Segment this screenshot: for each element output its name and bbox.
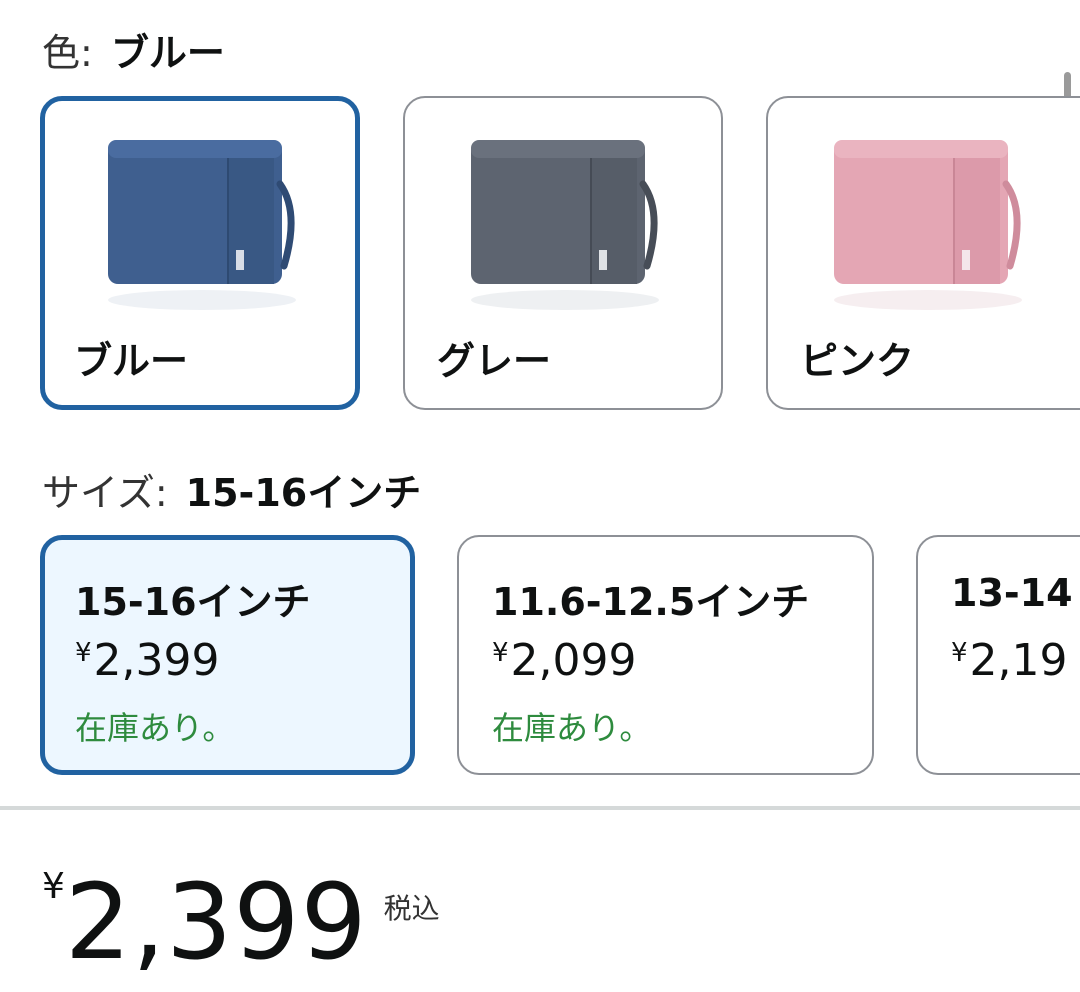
color-option-label: ブルー xyxy=(74,339,189,383)
color-selector-label: 色: ブルー xyxy=(42,22,225,77)
product-variation-page: 色: ブルー ブルー グレー ピンク サイズ: 15-16インチ 15-16イン… xyxy=(0,0,1080,992)
stock-status: 在庫あり。 xyxy=(492,709,652,747)
size-option-11-6-12-5[interactable]: 11.6-12.5インチ ¥2,099 在庫あり。 xyxy=(457,535,874,775)
size-option-title: 13-14 xyxy=(951,571,1073,615)
size-option-13-14[interactable]: 13-14 ¥2,19 xyxy=(916,535,1080,775)
color-label-text: 色: xyxy=(42,31,93,75)
product-image-blue xyxy=(102,124,302,318)
color-option-blue[interactable]: ブルー xyxy=(40,96,360,410)
size-option-price: ¥2,099 xyxy=(492,635,637,686)
size-option-price: ¥2,399 xyxy=(75,635,220,686)
color-selected-value: ブルー xyxy=(110,31,225,75)
color-option-label: ピンク xyxy=(800,339,915,383)
size-option-title: 11.6-12.5インチ xyxy=(492,580,810,624)
currency-symbol: ¥ xyxy=(75,638,92,668)
tax-included-label: 税込 xyxy=(383,892,440,925)
price-value: 2,19 xyxy=(969,635,1068,686)
color-option-gray[interactable]: グレー xyxy=(403,96,723,410)
product-image-gray xyxy=(465,124,665,318)
size-option-15-16[interactable]: 15-16インチ ¥2,399 在庫あり。 xyxy=(40,535,415,775)
size-selector-label: サイズ: 15-16インチ xyxy=(42,462,421,517)
size-label-text: サイズ: xyxy=(42,471,168,515)
currency-symbol: ¥ xyxy=(951,638,968,668)
size-option-price: ¥2,19 xyxy=(951,635,1068,686)
size-selected-value: 15-16インチ xyxy=(185,471,422,515)
product-price: ¥2,399 税込 xyxy=(42,862,440,982)
stock-status: 在庫あり。 xyxy=(75,709,235,747)
currency-symbol: ¥ xyxy=(492,638,509,668)
product-image-pink xyxy=(828,124,1028,318)
size-option-title: 15-16インチ xyxy=(75,580,311,624)
price-currency-symbol: ¥ xyxy=(42,866,65,907)
section-divider xyxy=(0,806,1080,810)
price-value: 2,399 xyxy=(93,635,220,686)
price-amount: 2,399 xyxy=(64,861,368,983)
price-value: 2,099 xyxy=(510,635,637,686)
color-option-pink[interactable]: ピンク xyxy=(766,96,1080,410)
color-option-label: グレー xyxy=(437,339,552,383)
